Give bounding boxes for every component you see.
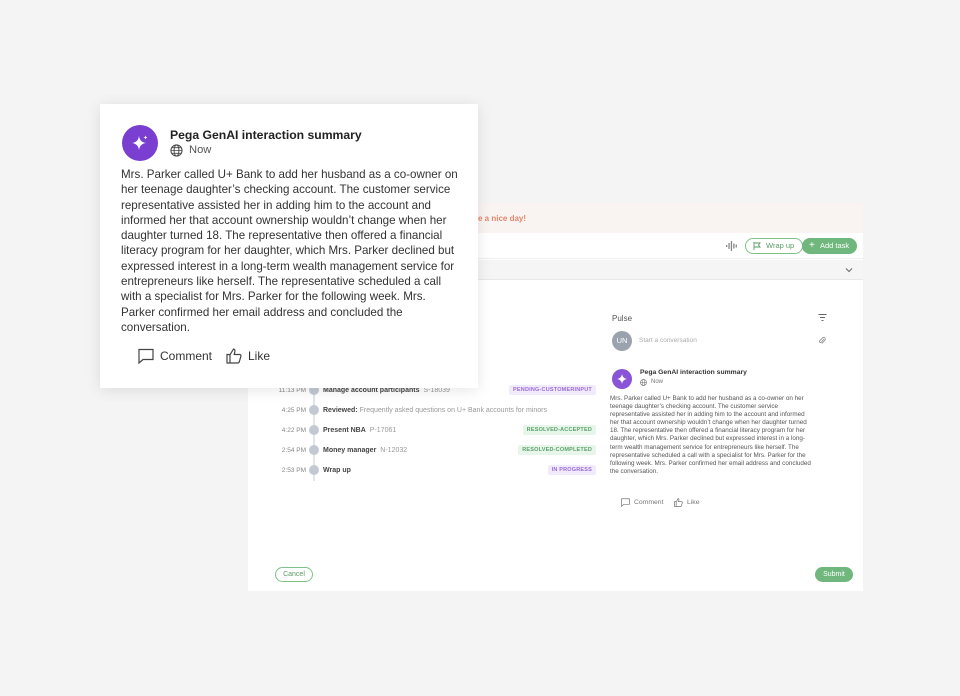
card-title: Pega GenAI interaction summary <box>170 128 362 142</box>
plus-icon: + <box>809 240 815 251</box>
timeline-time: 11:13 PM <box>278 387 306 394</box>
comment-button[interactable]: Comment <box>621 498 664 507</box>
timeline-title: Manage account participants S-18039 <box>323 387 450 394</box>
flag-icon <box>753 242 761 250</box>
globe-icon <box>170 144 183 157</box>
card-time: Now <box>189 144 212 156</box>
status-badge: IN PROGRESS <box>547 465 596 475</box>
summary-time: Now <box>651 379 664 385</box>
comment-icon <box>621 498 630 507</box>
like-button[interactable]: Like <box>226 348 270 364</box>
genai-avatar <box>612 369 632 389</box>
like-label: Like <box>687 499 700 506</box>
flag-icon <box>309 465 319 475</box>
add-task-label: Add task <box>820 241 850 250</box>
phone-icon <box>309 445 319 455</box>
chevron-down-icon[interactable] <box>845 266 853 274</box>
phone-icon <box>309 425 319 435</box>
sparkle-icon <box>617 374 627 384</box>
timeline-title: Reviewed: Frequently asked questions on U… <box>323 407 547 414</box>
cancel-button[interactable]: Cancel <box>275 567 313 582</box>
comment-icon <box>138 348 154 364</box>
wrap-up-button[interactable]: Wrap up <box>745 238 804 254</box>
timeline-row[interactable]: 2:53 PM Wrap up IN PROGRESS <box>276 461 596 481</box>
like-button[interactable]: Like <box>674 498 700 507</box>
timeline-id: P-17061 <box>369 427 397 434</box>
wrap-up-label: Wrap up <box>766 241 795 250</box>
thumbs-up-icon <box>226 348 242 364</box>
add-task-button[interactable]: + Add task <box>802 238 858 254</box>
comment-label: Comment <box>634 499 664 506</box>
timeline-time: 2:53 PM <box>281 467 306 474</box>
comment-label: Comment <box>160 349 213 363</box>
summary-body: Mrs. Parker called U+ Bank to add her hu… <box>610 395 811 475</box>
filter-icon[interactable] <box>818 313 827 322</box>
timeline-time: 4:22 PM <box>281 427 306 434</box>
timeline-title: Present NBA P-17061 <box>323 427 397 434</box>
review-icon <box>309 405 319 415</box>
timeline-description: Frequently asked questions on U+ Bank ac… <box>359 407 547 414</box>
timeline-row[interactable]: 4:25 PM Reviewed: Frequently asked questi… <box>276 401 596 421</box>
status-badge: RESOLVED-COMPLETED <box>518 445 596 455</box>
timeline-id: N-12032 <box>380 447 408 454</box>
case-timeline: 11:13 PM Manage account participants S-18… <box>276 381 596 481</box>
conversation-input[interactable]: Start a conversation <box>639 337 697 344</box>
status-badge: RESOLVED-ACCEPTED <box>522 425 596 435</box>
genai-avatar <box>122 125 158 161</box>
summary-title: Pega GenAI interaction summary <box>640 369 747 376</box>
timeline-title: Money manager N-12032 <box>323 447 408 454</box>
voice-wave-icon[interactable] <box>726 241 738 251</box>
thumbs-up-icon <box>674 498 683 507</box>
timeline-title: Wrap up <box>323 467 351 474</box>
paperclip-icon[interactable] <box>818 336 826 345</box>
card-body: Mrs. Parker called U+ Bank to add her hu… <box>121 168 458 334</box>
pulse-title: Pulse <box>612 314 633 323</box>
timeline-time: 4:25 PM <box>281 407 306 414</box>
timeline-time: 2:54 PM <box>281 447 306 454</box>
sparkle-icon <box>132 135 148 150</box>
avatar: UN <box>612 331 632 351</box>
banner-message: e a nice day! <box>478 214 527 223</box>
submit-button[interactable]: Submit <box>815 567 853 582</box>
genai-summary-card: Pega GenAI interaction summary Now Mrs. … <box>100 104 478 388</box>
status-badge: PENDING-CUSTOMERINPUT <box>509 385 596 395</box>
globe-icon <box>640 379 647 386</box>
timeline-row[interactable]: 4:22 PM Present NBA P-17061 RESOLVED-ACCE… <box>276 421 596 441</box>
timeline-id: S-18039 <box>423 387 450 394</box>
timeline-row[interactable]: 2:54 PM Money manager N-12032 RESOLVED-CO… <box>276 441 596 461</box>
comment-button[interactable]: Comment <box>138 348 212 364</box>
like-label: Like <box>248 349 271 363</box>
